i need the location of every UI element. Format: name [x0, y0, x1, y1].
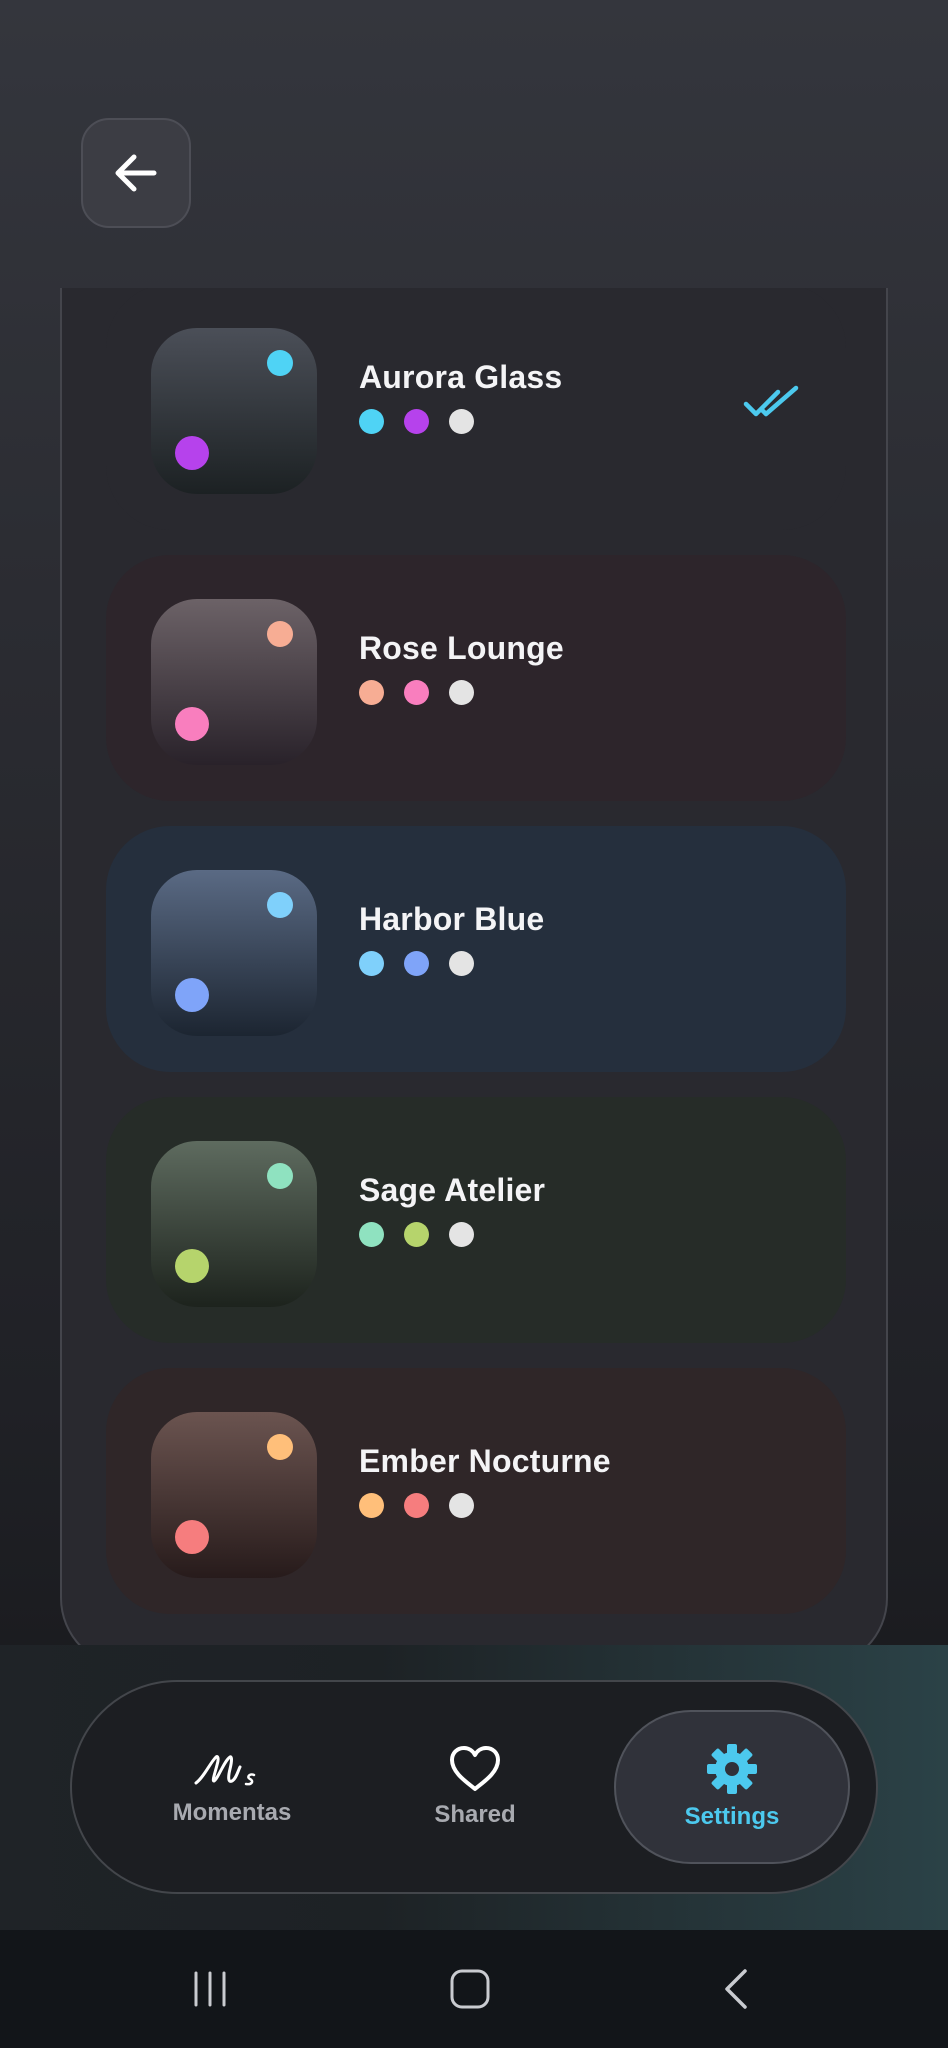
- system-navigation-bar: [0, 1930, 948, 2048]
- theme-swatch: [151, 599, 317, 765]
- theme-swatch: [151, 1141, 317, 1307]
- theme-name: Harbor Blue: [359, 901, 545, 937]
- swatch-secondary-dot: [175, 1249, 209, 1283]
- theme-card-aurora-glass[interactable]: Aurora Glass: [106, 288, 846, 530]
- palette-dot-secondary: [404, 409, 429, 434]
- palette-dot-accent: [359, 1493, 384, 1518]
- theme-swatch: [151, 1412, 317, 1578]
- momentas-logo-icon: [194, 1755, 256, 1786]
- tab-label: Shared: [434, 1801, 516, 1828]
- theme-palette: [359, 680, 474, 705]
- double-check-icon: [743, 385, 799, 417]
- palette-dot-secondary: [404, 951, 429, 976]
- back-button[interactable]: [81, 118, 191, 228]
- swatch-accent-dot: [267, 621, 293, 647]
- palette-dot-neutral: [449, 951, 474, 976]
- back-chevron-icon: [725, 1969, 747, 2009]
- gear-icon: [707, 1744, 757, 1794]
- home-button[interactable]: [420, 1930, 520, 2048]
- recents-button[interactable]: [160, 1930, 260, 2048]
- swatch-secondary-dot: [175, 1520, 209, 1554]
- palette-dot-neutral: [449, 409, 474, 434]
- theme-palette: [359, 1493, 474, 1518]
- swatch-accent-dot: [267, 1434, 293, 1460]
- swatch-accent-dot: [267, 1163, 293, 1189]
- palette-dot-neutral: [449, 1222, 474, 1247]
- home-icon: [450, 1969, 490, 2009]
- swatch-accent-dot: [267, 350, 293, 376]
- heart-icon: [450, 1746, 500, 1791]
- tab-shared[interactable]: Shared: [375, 1682, 575, 1892]
- theme-palette: [359, 409, 474, 434]
- theme-name: Rose Lounge: [359, 630, 564, 666]
- swatch-secondary-dot: [175, 978, 209, 1012]
- palette-dot-accent: [359, 680, 384, 705]
- theme-palette: [359, 1222, 474, 1247]
- theme-swatch: [151, 870, 317, 1036]
- palette-dot-secondary: [404, 1222, 429, 1247]
- theme-card-ember-nocturne[interactable]: Ember Nocturne: [106, 1368, 846, 1614]
- theme-palette: [359, 951, 474, 976]
- theme-card-rose-lounge[interactable]: Rose Lounge: [106, 555, 846, 801]
- tab-label: Momentas: [172, 1799, 292, 1826]
- tab-label: Settings: [684, 1803, 780, 1830]
- arrow-left-icon: [115, 154, 157, 192]
- theme-swatch: [151, 328, 317, 494]
- palette-dot-secondary: [404, 680, 429, 705]
- swatch-secondary-dot: [175, 436, 209, 470]
- palette-dot-accent: [359, 951, 384, 976]
- theme-name: Sage Atelier: [359, 1172, 546, 1208]
- palette-dot-neutral: [449, 680, 474, 705]
- palette-dot-secondary: [404, 1493, 429, 1518]
- tab-settings[interactable]: Settings: [614, 1710, 850, 1864]
- palette-dot-accent: [359, 409, 384, 434]
- palette-dot-accent: [359, 1222, 384, 1247]
- theme-card-harbor-blue[interactable]: Harbor Blue: [106, 826, 846, 1072]
- theme-name: Aurora Glass: [359, 359, 563, 395]
- recents-icon: [194, 1971, 226, 2007]
- palette-dot-neutral: [449, 1493, 474, 1518]
- theme-name: Ember Nocturne: [359, 1443, 611, 1479]
- theme-card-sage-atelier[interactable]: Sage Atelier: [106, 1097, 846, 1343]
- swatch-secondary-dot: [175, 707, 209, 741]
- swatch-accent-dot: [267, 892, 293, 918]
- theme-list-panel: Aurora Glass Rose Lounge Harbor Blue Sag…: [60, 288, 888, 1668]
- tab-momentas[interactable]: Momentas: [132, 1682, 332, 1892]
- system-back-button[interactable]: [686, 1930, 786, 2048]
- bottom-tab-bar: Momentas Shared Settings: [70, 1680, 878, 1894]
